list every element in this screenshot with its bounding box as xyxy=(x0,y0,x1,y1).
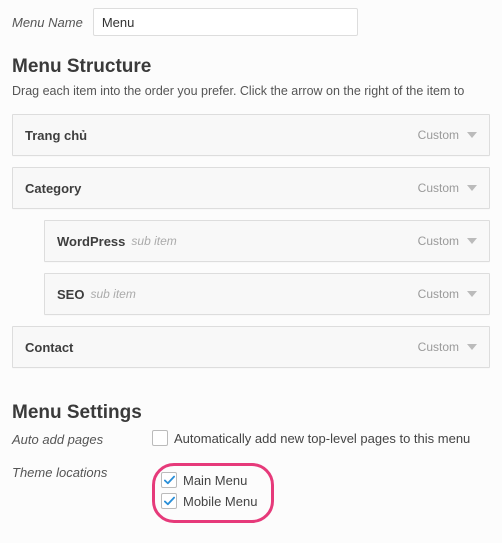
menu-item-title: Contact xyxy=(25,340,73,355)
menu-item-title: SEO xyxy=(57,287,84,302)
theme-location-checkbox[interactable] xyxy=(161,472,177,488)
chevron-down-icon[interactable] xyxy=(467,344,477,350)
menu-item-right: Custom xyxy=(418,340,477,354)
menu-name-label: Menu Name xyxy=(12,15,83,30)
menu-item-bar[interactable]: WordPress sub item Custom xyxy=(44,220,490,262)
chevron-down-icon[interactable] xyxy=(467,238,477,244)
menu-item-bar[interactable]: Trang chủ Custom xyxy=(12,114,490,156)
menu-item-right: Custom xyxy=(418,181,477,195)
menu-structure-heading: Menu Structure xyxy=(12,56,490,78)
menu-item-type: Custom xyxy=(418,128,459,142)
menu-item-bar[interactable]: Category Custom xyxy=(12,167,490,209)
chevron-down-icon[interactable] xyxy=(467,132,477,138)
menu-item-right: Custom xyxy=(418,234,477,248)
theme-locations-highlight: Main Menu Mobile Menu xyxy=(152,463,274,523)
menu-item-bar[interactable]: Contact Custom xyxy=(12,326,490,368)
menu-name-row: Menu Name xyxy=(12,8,490,36)
menu-item-title: Category xyxy=(25,181,81,196)
auto-add-pages-label: Auto add pages xyxy=(12,430,152,447)
menu-item-type: Custom xyxy=(418,234,459,248)
auto-add-pages-text: Automatically add new top-level pages to… xyxy=(174,431,470,446)
auto-add-pages-option[interactable]: Automatically add new top-level pages to… xyxy=(152,430,490,446)
menu-item-bar[interactable]: SEO sub item Custom xyxy=(44,273,490,315)
theme-locations-row: Theme locations Main Menu Mobile Menu xyxy=(12,463,490,523)
menu-items-list: Trang chủ Custom Category Custom WordPress su… xyxy=(12,114,490,368)
theme-location-option[interactable]: Mobile Menu xyxy=(161,493,257,509)
auto-add-pages-row: Auto add pages Automatically add new top… xyxy=(12,430,490,451)
menu-item-title: Trang chủ xyxy=(25,128,87,143)
auto-add-pages-checkbox[interactable] xyxy=(152,430,168,446)
chevron-down-icon[interactable] xyxy=(467,291,477,297)
menu-item-type: Custom xyxy=(418,287,459,301)
menu-item-type: Custom xyxy=(418,340,459,354)
theme-location-label: Mobile Menu xyxy=(183,494,257,509)
theme-location-label: Main Menu xyxy=(183,473,247,488)
menu-item-sub-label: sub item xyxy=(131,234,176,248)
menu-settings-heading: Menu Settings xyxy=(12,402,490,424)
chevron-down-icon[interactable] xyxy=(467,185,477,191)
menu-settings-table: Auto add pages Automatically add new top… xyxy=(12,430,490,523)
theme-location-checkbox[interactable] xyxy=(161,493,177,509)
menu-item-type: Custom xyxy=(418,181,459,195)
theme-locations-label: Theme locations xyxy=(12,463,152,480)
menu-name-input[interactable] xyxy=(93,8,358,36)
menu-item-right: Custom xyxy=(418,287,477,301)
menu-item-sub-label: sub item xyxy=(90,287,135,301)
menu-item-right: Custom xyxy=(418,128,477,142)
theme-location-option[interactable]: Main Menu xyxy=(161,472,257,488)
menu-structure-hint: Drag each item into the order you prefer… xyxy=(12,84,490,98)
menu-item-title: WordPress xyxy=(57,234,125,249)
